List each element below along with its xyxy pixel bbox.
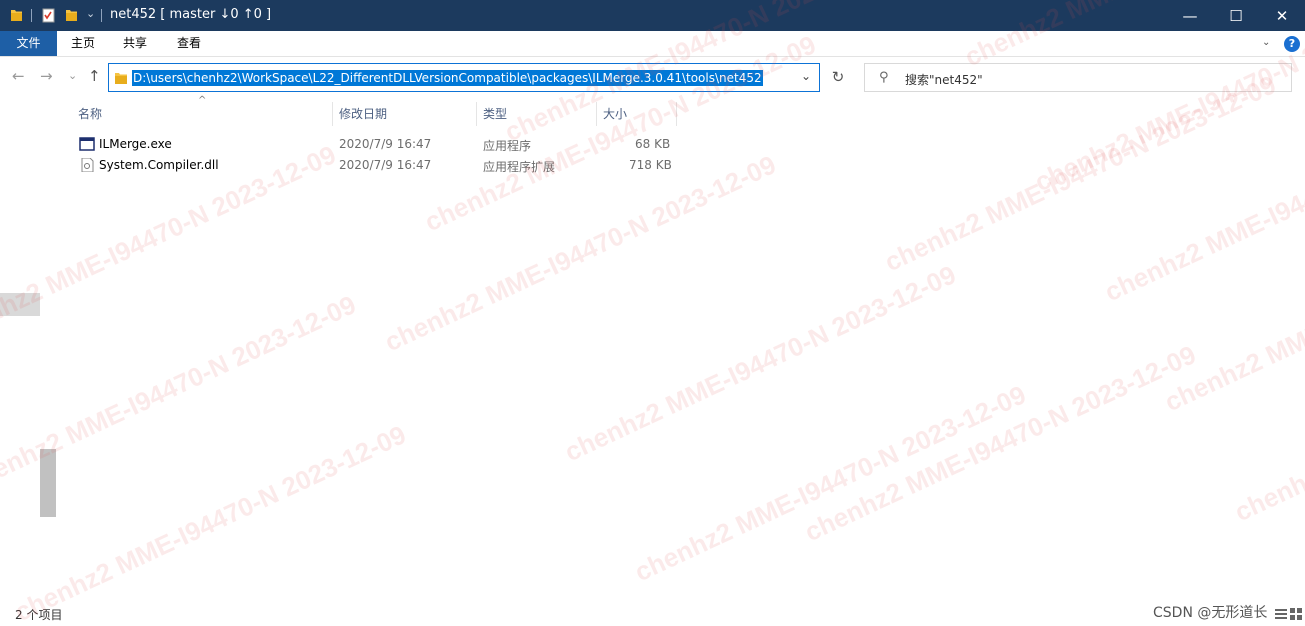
file-modified: 2020/7/9 16:47 — [339, 137, 432, 151]
status-bar: 2 个项目 CSDN @无形道长 — [0, 602, 1305, 626]
column-header-type[interactable]: 类型 — [483, 101, 507, 127]
maximize-button[interactable]: ☐ — [1213, 0, 1259, 31]
forward-icon[interactable]: → — [40, 67, 53, 85]
toolbar-separator — [31, 9, 32, 22]
ribbon: 文件 主页 共享 查看 ⌄ ? — [0, 31, 1305, 57]
details-view-icon[interactable] — [1275, 608, 1287, 620]
file-list: ^ 名称 修改日期 类型 大小 ILMerge.exe 2020/7/9 16:… — [57, 95, 1305, 602]
selected-nav-item[interactable] — [0, 293, 40, 316]
address-bar[interactable]: D:\users\chenhz2\WorkSpace\L22_Different… — [108, 63, 820, 92]
expand-ribbon-icon[interactable]: ⌄ — [1262, 37, 1270, 48]
title-bar: ⌄ net452 [ master ↓0 ↑0 ] — ☐ ✕ — [0, 0, 1305, 31]
large-icons-view-icon[interactable] — [1290, 608, 1302, 620]
file-name: ILMerge.exe — [99, 137, 172, 151]
tab-view[interactable]: 查看 — [166, 31, 212, 56]
column-divider[interactable] — [476, 102, 477, 126]
recent-locations-icon[interactable]: ⌄ — [68, 69, 77, 82]
refresh-icon[interactable]: ↻ — [826, 63, 850, 92]
exe-icon — [79, 137, 95, 151]
dll-icon — [81, 158, 94, 172]
navigation-pane[interactable] — [0, 99, 57, 602]
tab-share[interactable]: 共享 — [112, 31, 158, 56]
column-header-name[interactable]: 名称 — [78, 101, 102, 127]
item-count: 2 个项目 — [15, 608, 63, 622]
help-icon[interactable]: ? — [1284, 36, 1300, 52]
search-placeholder[interactable]: 搜索"net452" — [905, 71, 983, 88]
file-size: 68 KB — [635, 137, 671, 151]
file-size: 718 KB — [629, 158, 672, 172]
column-divider[interactable] — [676, 102, 677, 126]
minimize-button[interactable]: — — [1167, 0, 1213, 31]
minimize-icon: — — [1182, 6, 1198, 25]
maximize-icon: ☐ — [1229, 6, 1243, 25]
file-type: 应用程序 — [483, 139, 532, 153]
file-type: 应用程序扩展 — [483, 160, 556, 174]
address-dropdown-icon[interactable]: ⌄ — [801, 69, 811, 83]
nav-pane-scrollbar[interactable] — [40, 449, 56, 517]
toolbar-separator — [101, 9, 102, 22]
up-icon[interactable]: ↑ — [88, 67, 101, 85]
navigation-bar: ← → ⌄ ↑ D:\users\chenhz2\WorkSpace\L22_D… — [0, 57, 1305, 99]
column-header-modified[interactable]: 修改日期 — [339, 101, 387, 127]
window-title: net452 [ master ↓0 ↑0 ] — [110, 7, 272, 22]
address-text[interactable]: D:\users\chenhz2\WorkSpace\L22_Different… — [132, 70, 763, 86]
file-name: System.Compiler.dll — [99, 158, 219, 172]
tab-file[interactable]: 文件 — [0, 31, 57, 56]
new-folder-icon[interactable] — [65, 7, 78, 23]
file-row[interactable]: System.Compiler.dll 2020/7/9 16:47 应用程序扩… — [57, 155, 697, 176]
file-modified: 2020/7/9 16:47 — [339, 158, 432, 172]
sort-ascending-icon: ^ — [198, 95, 207, 106]
column-divider[interactable] — [596, 102, 597, 126]
column-divider[interactable] — [332, 102, 333, 126]
file-row[interactable]: ILMerge.exe 2020/7/9 16:47 应用程序 68 KB — [57, 134, 697, 155]
tab-home[interactable]: 主页 — [60, 31, 106, 56]
search-icon: ⚲ — [879, 70, 889, 85]
search-box[interactable]: ⚲ 搜索"net452" — [864, 63, 1292, 92]
properties-icon[interactable] — [42, 7, 55, 23]
folder-icon[interactable] — [10, 7, 23, 23]
csdn-credit: CSDN @无形道长 — [1153, 605, 1268, 621]
dropdown-icon[interactable]: ⌄ — [86, 7, 99, 23]
back-icon[interactable]: ← — [12, 67, 25, 85]
column-header-size[interactable]: 大小 — [603, 101, 627, 127]
close-icon: ✕ — [1275, 6, 1289, 25]
close-button[interactable]: ✕ — [1259, 0, 1305, 31]
folder-icon — [115, 73, 127, 84]
